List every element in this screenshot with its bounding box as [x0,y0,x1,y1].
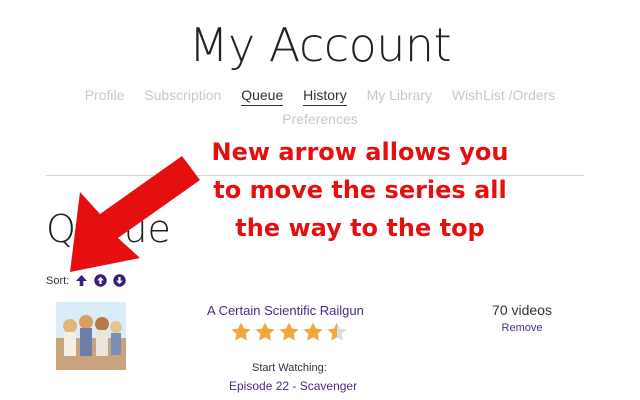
circle-arrow-down-icon [113,274,126,287]
circle-arrow-up-icon [94,274,107,287]
star-icon[interactable] [278,321,300,343]
star-icon[interactable] [230,321,252,343]
tab-profile[interactable]: Profile [85,87,125,103]
tab-queue[interactable]: Queue [241,87,284,106]
tab-wishlist-orders[interactable]: WishList /Orders [452,87,555,103]
remove-link[interactable]: Remove [480,322,564,334]
tab-preferences[interactable]: Preferences [282,111,357,127]
move-up-button[interactable] [94,274,107,287]
series-thumbnail[interactable] [56,302,126,370]
series-title-link[interactable]: A Certain Scientific Railgun [207,303,364,318]
star-rating[interactable] [230,321,350,347]
page-title: My Account [188,18,452,72]
annotation-callout: New arrow allows you to move the series … [211,138,509,242]
account-nav: Profile Subscription Queue History My Li… [0,87,640,106]
video-count: 70 videos [492,302,552,318]
star-icon[interactable] [254,321,276,343]
tab-my-library[interactable]: My Library [367,87,432,103]
sort-label: Sort: [46,274,70,287]
move-down-button[interactable] [113,274,126,287]
sort-controls: Sort: [46,274,126,287]
queue-heading: Queue [46,207,171,251]
start-watching-label: Start Watching: [252,362,327,374]
episode-link[interactable]: Episode 22 - Scavenger [229,379,357,393]
series-artwork [56,302,126,370]
tab-subscription[interactable]: Subscription [144,87,221,103]
star-icon[interactable] [302,321,324,343]
tab-history[interactable]: History [303,87,347,106]
star-icon[interactable] [326,321,348,343]
move-to-top-button[interactable] [75,274,88,287]
account-nav-row-2: Preferences [0,111,640,127]
arrow-up-icon [76,275,88,286]
